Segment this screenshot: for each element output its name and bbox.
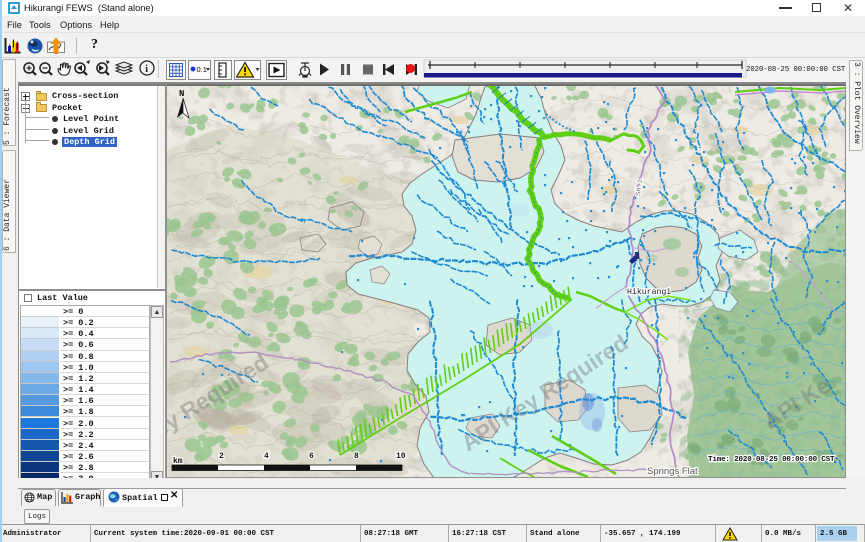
svg-text:Springs Flat: Springs Flat xyxy=(647,466,698,477)
svg-text:6: 6 xyxy=(309,452,314,461)
svg-text:N: N xyxy=(179,89,184,99)
svg-text:0.1: 0.1 xyxy=(197,65,207,74)
svg-text:8: 8 xyxy=(354,452,359,461)
svg-text:Time: 2020-08-25 00:00:00 CST: Time: 2020-08-25 00:00:00 CST xyxy=(708,456,835,464)
svg-text:2: 2 xyxy=(219,452,224,461)
svg-text:10: 10 xyxy=(396,452,406,461)
svg-text:i: i xyxy=(145,64,148,75)
svg-text:4: 4 xyxy=(264,452,269,461)
svg-text:Hikurangi: Hikurangi xyxy=(627,287,671,297)
